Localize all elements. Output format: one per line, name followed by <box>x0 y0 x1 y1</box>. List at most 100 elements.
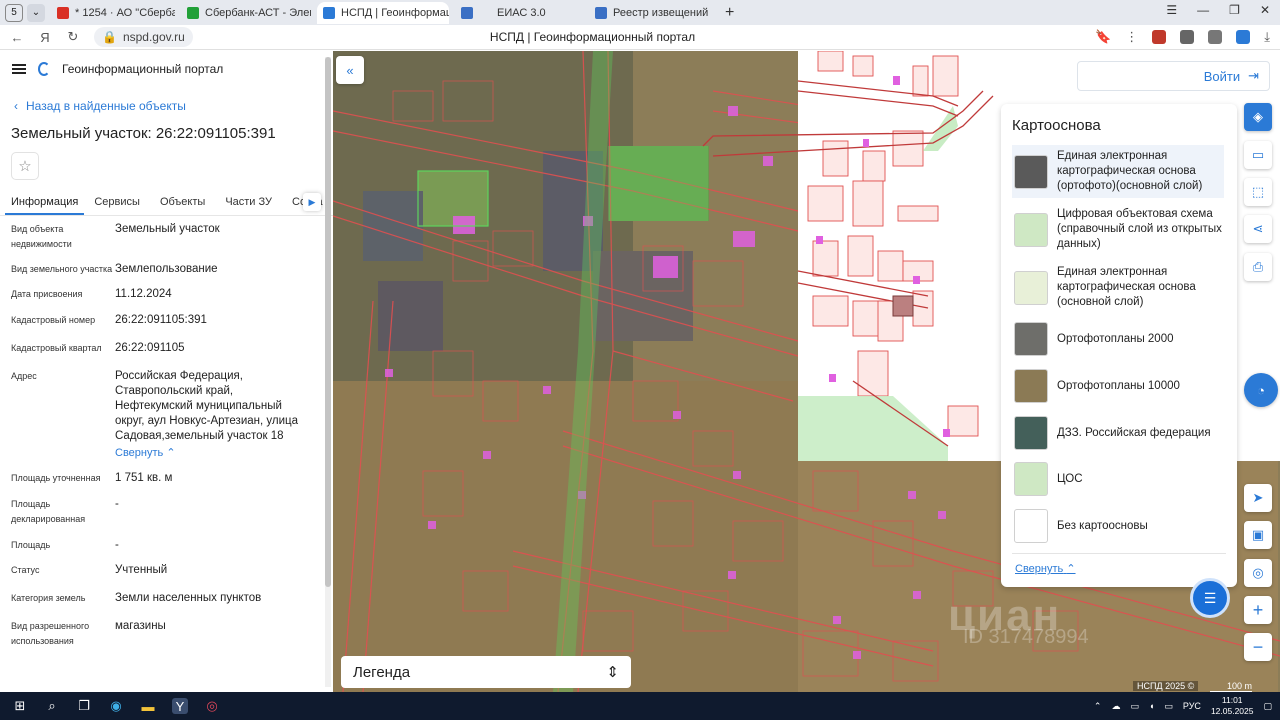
collapse-panel-button[interactable]: « <box>336 56 364 84</box>
favorite-star-icon[interactable]: ☆ <box>11 152 39 180</box>
more-icon[interactable]: ⋮ <box>1125 29 1138 45</box>
layers-icon[interactable]: ◈ <box>1244 103 1272 131</box>
zoom-out-icon[interactable]: − <box>1244 633 1272 661</box>
attribute-key: Вид разрешенного использования <box>11 621 90 646</box>
attribute-key: Вид земельного участка <box>11 264 113 274</box>
attribute-row: Вид разрешенного использования магазины <box>11 619 333 649</box>
locate-icon[interactable]: ➤ <box>1244 484 1272 512</box>
attribute-value: Учтенный <box>115 564 168 576</box>
extension-icon[interactable] <box>1236 30 1251 44</box>
tab-list-icon[interactable]: ⌄ <box>27 3 45 22</box>
minimap-icon[interactable]: ▣ <box>1244 521 1272 549</box>
chat-bubble-icon[interactable]: ☰ <box>1190 578 1230 618</box>
tab-services[interactable]: Сервисы <box>84 190 150 215</box>
download-icon[interactable]: ⤓ <box>1264 29 1270 45</box>
minimize-icon[interactable]: — <box>1197 3 1209 17</box>
panel-scrollbar[interactable] <box>325 57 331 687</box>
tab-parts[interactable]: Части ЗУ <box>215 190 282 215</box>
reload-icon[interactable]: ↻ <box>62 29 84 45</box>
url-field[interactable]: 🔒 nspd.gov.ru <box>94 27 193 47</box>
basemap-option[interactable]: Ортофотопланы 10000 <box>1012 365 1224 407</box>
extension-icon[interactable] <box>1152 30 1167 44</box>
basemap-divider <box>1012 553 1226 554</box>
edge-browser-icon[interactable]: ◉ <box>108 698 124 714</box>
hamburger-menu-icon[interactable] <box>12 64 26 74</box>
watermark-id: ID 317478994 <box>963 626 1089 648</box>
bookmark-icon[interactable]: 🔖 <box>1095 29 1111 45</box>
back-arrow-icon[interactable]: ← <box>6 30 28 45</box>
tabs-scroll-right-icon[interactable]: ▶ <box>303 193 321 211</box>
extension-icon[interactable] <box>1208 30 1223 44</box>
attribute-key: Площадь уточненная <box>11 473 101 483</box>
attribute-value: 26:22:091105:391 <box>115 314 207 326</box>
legend-selector[interactable]: Легенда ⇕ <box>341 656 631 688</box>
new-tab-icon[interactable]: + <box>725 4 734 22</box>
basemap-option[interactable]: Единая электронная картографическая осно… <box>1012 145 1224 198</box>
basemap-collapse-link[interactable]: Свернуть ⌃ <box>1015 562 1076 575</box>
basemap-option[interactable]: Без картоосновы <box>1012 505 1224 547</box>
login-button[interactable]: Войти ⇥ <box>1077 61 1270 91</box>
tab-information[interactable]: Информация <box>5 190 85 215</box>
browser-tab[interactable]: ЕИАС 3.0 <box>455 2 583 24</box>
clock[interactable]: 11:01 12.05.2025 <box>1211 695 1254 717</box>
file-explorer-icon[interactable]: ▬ <box>140 698 156 714</box>
browser-tab[interactable]: * 1254 · АО "Сбербанк-АТ <box>51 2 175 24</box>
task-view-icon[interactable]: ❐ <box>76 698 92 714</box>
language-indicator[interactable]: РУС <box>1183 701 1201 711</box>
zoom-in-icon[interactable]: + <box>1244 596 1272 624</box>
notifications-icon[interactable]: ▢ <box>1263 701 1272 712</box>
basemap-option[interactable]: Ортофотопланы 2000 <box>1012 318 1224 360</box>
attribute-row: Кадастровый номер 26:22:091105:391 <box>11 313 333 328</box>
basemap-option[interactable]: ЦОС <box>1012 458 1224 500</box>
close-window-icon[interactable]: ✕ <box>1260 3 1270 17</box>
attribute-key: Статус <box>11 565 40 575</box>
tab-label: НСПД | Геоинформаци <box>341 6 449 19</box>
back-link-label: Назад в найденные объекты <box>26 99 186 113</box>
share-icon[interactable]: ⋖ <box>1244 215 1272 243</box>
clock-date: 12.05.2025 <box>1210 706 1254 716</box>
help-chat-icon[interactable]: ◔ <box>1244 373 1278 407</box>
volume-icon[interactable]: ◖ <box>1149 701 1154 711</box>
panel-header: Геоинформационный портал <box>0 51 333 87</box>
attribute-row: Вид объекта недвижимости Земельный участ… <box>11 222 333 252</box>
basemap-thumbnail <box>1014 212 1048 247</box>
windows-start-icon[interactable]: ⊞ <box>12 698 28 714</box>
chevron-up-icon[interactable]: ⌃ <box>1094 701 1102 712</box>
attribute-key: Категория земель <box>11 593 86 603</box>
map-view[interactable]: « Войти ⇥ Картооснова Единая электронная… <box>333 51 1280 692</box>
basemap-option[interactable]: ДЗЗ. Российская федерация <box>1012 412 1224 454</box>
tab-counter[interactable]: 5 <box>5 3 23 22</box>
attribute-row: Площадь декларированная - <box>11 497 333 527</box>
yandex-icon[interactable]: Я <box>34 30 56 45</box>
select-area-icon[interactable]: ⬚ <box>1244 178 1272 206</box>
attribute-key: Вид объекта недвижимости <box>11 224 72 249</box>
basemap-thumbnail <box>1014 154 1048 189</box>
browser-tab[interactable]: Реестр извещений <box>589 2 717 24</box>
basemap-thumbnail <box>1014 462 1048 496</box>
app-icon[interactable]: ◎ <box>204 698 220 714</box>
search-icon[interactable]: ⌕ <box>44 698 60 714</box>
tab-objects[interactable]: Объекты <box>150 190 215 215</box>
network-icon[interactable]: ▭ <box>1130 701 1139 712</box>
battery-icon[interactable]: ▭ <box>1164 701 1173 712</box>
ruler-icon[interactable]: ▭ <box>1244 141 1272 169</box>
cloud-icon[interactable]: ☁ <box>1111 701 1120 712</box>
scrollbar-thumb[interactable] <box>325 57 331 587</box>
attribute-value: - <box>115 539 119 551</box>
print-icon[interactable]: ⎙ <box>1244 253 1272 281</box>
collapse-address-link[interactable]: Свернуть ⌃ <box>115 446 310 461</box>
attributes-list: Вид объекта недвижимости Земельный участ… <box>0 222 333 649</box>
back-to-results-link[interactable]: ‹ Назад в найденные объекты <box>0 99 333 113</box>
yandex-browser-icon[interactable]: Y <box>172 698 188 714</box>
extension-icon[interactable] <box>1180 30 1195 44</box>
browser-tab[interactable]: Сбербанк-АСТ - Электро <box>181 2 311 24</box>
basemap-option[interactable]: Цифровая объектовая схема (справочный сл… <box>1012 203 1224 256</box>
tab-favicon-icon <box>323 6 335 19</box>
restore-icon[interactable]: ❐ <box>1229 3 1240 17</box>
attribute-value: 26:22:091105 <box>115 342 185 354</box>
basemap-option[interactable]: Единая электронная картографическая осно… <box>1012 261 1224 314</box>
geolocation-icon[interactable]: ◎ <box>1244 559 1272 587</box>
menu-icon[interactable]: ☰ <box>1166 3 1177 17</box>
browser-tab-active[interactable]: НСПД | Геоинформаци ✕ <box>317 1 449 24</box>
basemap-label: Ортофотопланы 10000 <box>1057 379 1180 392</box>
